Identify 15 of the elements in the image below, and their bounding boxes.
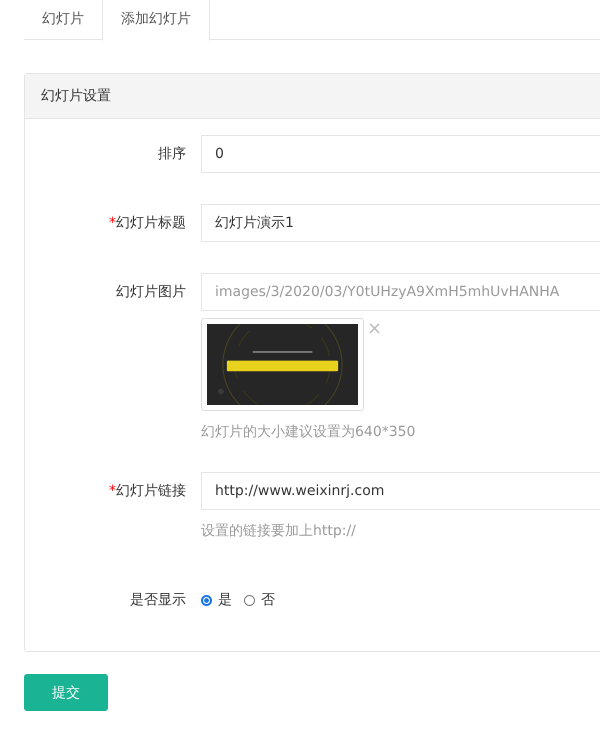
help-text: 设置的链接要加上http://	[201, 522, 357, 540]
tab[interactable]: 幻灯片	[24, 0, 102, 40]
field-label: *幻灯片标题	[108, 214, 187, 233]
panel-title: 幻灯片设置	[41, 88, 111, 104]
field-label: 是否显示	[129, 591, 187, 610]
input-field[interactable]: http://www.weixinrj.com	[201, 472, 600, 510]
field-label: *幻灯片链接	[108, 482, 187, 501]
radio-button[interactable]: 否	[244, 591, 275, 609]
help-text: 幻灯片的大小建议设置为640*350	[201, 423, 416, 441]
radio-button[interactable]: 是	[201, 591, 232, 609]
field-label: 排序	[157, 145, 187, 164]
field-label: 幻灯片图片	[115, 283, 187, 302]
tab[interactable]: 添加幻灯片	[102, 0, 210, 41]
input-field[interactable]: 幻灯片演示1	[201, 204, 600, 242]
input-field[interactable]: 0	[201, 135, 600, 173]
